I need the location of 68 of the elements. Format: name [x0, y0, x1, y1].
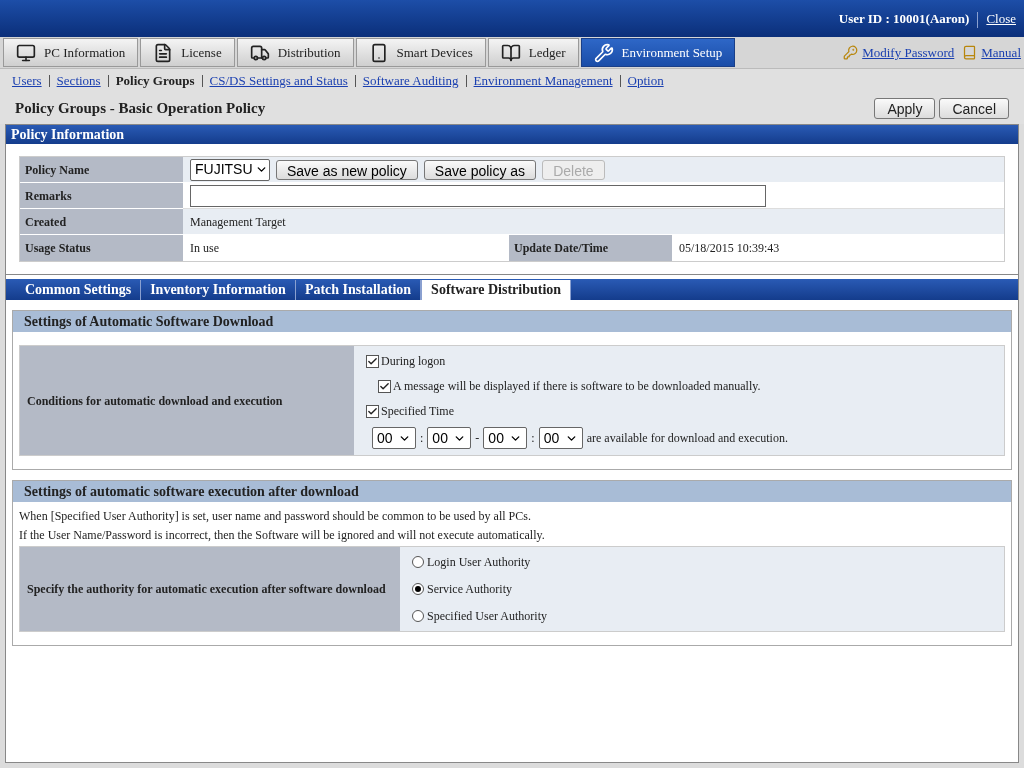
radio-button[interactable] — [412, 610, 424, 622]
nav-tab[interactable]: Environment Setup — [580, 38, 736, 67]
nav-tab[interactable]: License — [140, 38, 235, 67]
sub-nav-link[interactable]: Option — [627, 70, 664, 91]
field-value: Management Target — [190, 213, 286, 231]
panel-header: Policy Information — [6, 125, 1018, 144]
book-icon — [962, 45, 978, 60]
sub-nav-link[interactable]: Users — [12, 70, 42, 91]
nav-tab[interactable]: PC Information — [3, 38, 139, 67]
field-label: Update Date/Time — [509, 235, 672, 261]
radio-label: Specified User Authority — [427, 608, 547, 625]
checkbox[interactable] — [378, 379, 391, 393]
time-separator: : — [420, 430, 424, 447]
settings-tab[interactable]: Software Distribution — [421, 280, 572, 300]
policy-button[interactable]: Save as new policy — [276, 159, 418, 180]
nav-tab[interactable]: Distribution — [236, 38, 354, 67]
key-icon — [843, 45, 859, 60]
field-label: Policy Name — [20, 157, 183, 183]
dropdown[interactable]: 00 — [538, 427, 583, 449]
settings-tab[interactable]: Inventory Information — [141, 280, 296, 300]
page-button[interactable]: Apply — [874, 97, 936, 119]
wrench-icon — [593, 42, 614, 63]
dropdown[interactable]: FUJITSU — [190, 158, 270, 181]
time-separator: : — [531, 430, 535, 447]
nav-tab[interactable]: Smart Devices — [355, 38, 486, 67]
field-value: 05/18/2015 10:39:43 — [679, 240, 780, 257]
note-text: When [Specified User Authority] is set, user name and password should be common to be used by all PCs. — [19, 508, 532, 525]
book-icon — [500, 42, 521, 63]
note-text: If the User Name/Password is incorrect, then the Software will be ignored and will not execute automatically. — [19, 527, 546, 544]
sub-nav-link[interactable]: Policy Groups — [115, 70, 195, 91]
checkbox-label: A message will be displayed if there is software to be downloaded manually. — [393, 378, 761, 395]
nav-tab[interactable]: Ledger — [487, 38, 579, 67]
user-id: User ID : 10001(Aaron) — [838, 9, 970, 28]
time-suffix: are available for download and execution. — [586, 430, 788, 447]
close-link[interactable]: Close — [986, 8, 1016, 28]
page-button[interactable]: Cancel — [939, 97, 1009, 119]
field-label: Remarks — [20, 183, 183, 209]
computer-icon — [16, 42, 36, 63]
sub-nav-link[interactable]: Environment Management — [473, 70, 613, 91]
field-label: Usage Status — [20, 235, 183, 261]
field-label: Conditions for automatic download and execution — [20, 346, 354, 455]
remarks-field[interactable] — [190, 184, 766, 207]
field-label: Specify the authority for automatic execution after software download — [20, 547, 400, 631]
policy-button[interactable]: Save policy as — [423, 159, 537, 180]
checkbox-label: During logon — [381, 353, 446, 370]
dropdown[interactable]: 00 — [483, 427, 528, 449]
top-link[interactable]: Modify Password — [862, 42, 955, 63]
checkbox[interactable] — [366, 354, 379, 368]
dropdown[interactable]: 00 — [427, 427, 472, 449]
settings-tab[interactable]: Common Settings — [16, 280, 142, 300]
checkbox[interactable] — [366, 404, 379, 418]
radio-button[interactable] — [412, 556, 424, 568]
page-title: Policy Groups - Basic Operation Policy — [15, 98, 267, 118]
sub-nav-link[interactable]: CS/DS Settings and Status — [209, 70, 348, 91]
field-label: Created — [20, 209, 183, 235]
time-separator: - — [475, 430, 480, 447]
radio-button[interactable] — [412, 583, 424, 595]
radio-label: Login User Authority — [427, 554, 531, 571]
radio-label: Service Authority — [427, 581, 512, 598]
sub-nav-link[interactable]: Sections — [56, 70, 101, 91]
section-header: Settings of automatic software execution after download — [13, 481, 1011, 502]
top-link[interactable]: Manual — [981, 42, 1021, 63]
document-icon — [153, 42, 174, 63]
sub-nav-link[interactable]: Software Auditing — [362, 70, 459, 91]
field-value: In use — [190, 240, 219, 257]
section-header: Settings of Automatic Software Download — [13, 311, 1011, 332]
checkbox-label: Specified Time — [381, 403, 454, 420]
dropdown[interactable]: 00 — [372, 427, 416, 449]
